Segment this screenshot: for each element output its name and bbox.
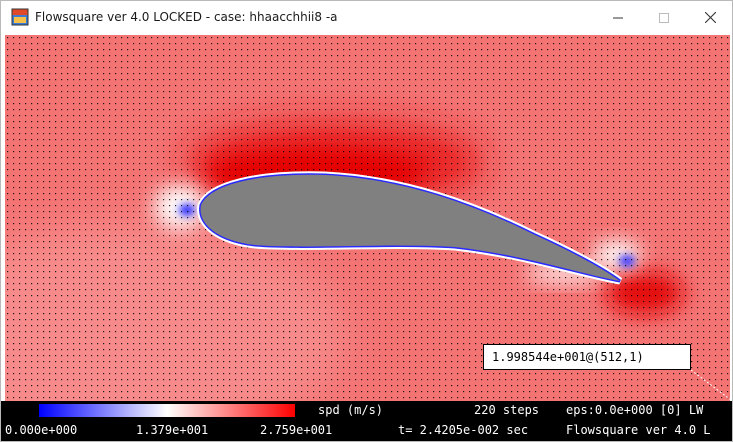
- colorbar: [39, 404, 295, 417]
- scale-mid: 1.379e+001: [136, 423, 209, 437]
- variable-label: spd (m/s): [318, 403, 384, 417]
- maximize-button[interactable]: [641, 1, 687, 34]
- time-readout: t= 2.4205e-002 sec: [398, 423, 529, 437]
- scale-min: 0.000e+000: [5, 423, 78, 437]
- app-icon: [11, 8, 29, 26]
- close-button[interactable]: [687, 1, 732, 34]
- app-window: Flowsquare ver 4.0 LOCKED - case: hhaacc…: [0, 0, 733, 442]
- maximize-icon: [659, 12, 669, 23]
- title-bar[interactable]: Flowsquare ver 4.0 LOCKED - case: hhaacc…: [1, 1, 732, 34]
- probe-leader-line: [691, 369, 732, 401]
- minimize-icon: [613, 17, 623, 18]
- probe-readout: 1.998544e+001@(512,1): [483, 344, 691, 370]
- close-icon: [704, 12, 716, 23]
- status-bar: spd (m/s) 220 steps eps:0.0e+000 [0] LW …: [1, 401, 732, 441]
- minimize-button[interactable]: [595, 1, 641, 34]
- version-label: Flowsquare ver 4.0 L: [566, 423, 711, 437]
- window-title: Flowsquare ver 4.0 LOCKED - case: hhaacc…: [35, 10, 338, 24]
- step-count: 220 steps: [474, 403, 540, 417]
- eps-readout: eps:0.0e+000 [0] LW: [566, 403, 704, 417]
- scale-max: 2.759e+001: [260, 423, 333, 437]
